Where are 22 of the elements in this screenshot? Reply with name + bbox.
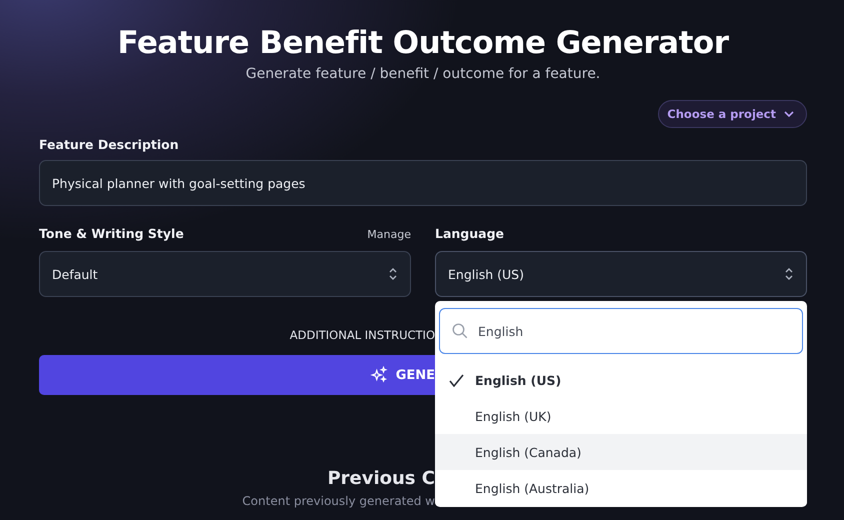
- language-select[interactable]: English (US): [435, 251, 807, 297]
- field-label: Language: [435, 225, 506, 243]
- language-search-field[interactable]: English: [439, 308, 803, 354]
- language-option[interactable]: English (Canada): [435, 434, 807, 470]
- feature-description-field[interactable]: Physical planner with goal-setting pages: [39, 160, 807, 206]
- generate-button[interactable]: GENE: [39, 355, 435, 395]
- page-title: Feature Benefit Outcome Generator: [116, 24, 730, 63]
- section-heading: Previous C: [327, 467, 435, 491]
- check-icon: [449, 374, 464, 386]
- choose-project-button[interactable]: Choose a project: [658, 100, 807, 128]
- chevron-updown-icon: [388, 267, 398, 281]
- chevron-down-icon: [784, 110, 794, 118]
- chevron-updown-icon: [784, 267, 794, 281]
- additional-instructions-label: ADDITIONAL INSTRUCTIO: [290, 327, 435, 343]
- tone-select[interactable]: Default: [39, 251, 411, 297]
- field-label: Feature Description: [39, 136, 180, 154]
- field-label: Tone & Writing Style: [39, 225, 184, 243]
- manage-link[interactable]: Manage: [367, 228, 411, 240]
- search-icon: [451, 322, 469, 340]
- section-description: Content previously generated w: [242, 493, 435, 509]
- sparkles-icon: [370, 366, 388, 384]
- page-subtitle: Generate feature / benefit / outcome for a feature.: [244, 65, 602, 84]
